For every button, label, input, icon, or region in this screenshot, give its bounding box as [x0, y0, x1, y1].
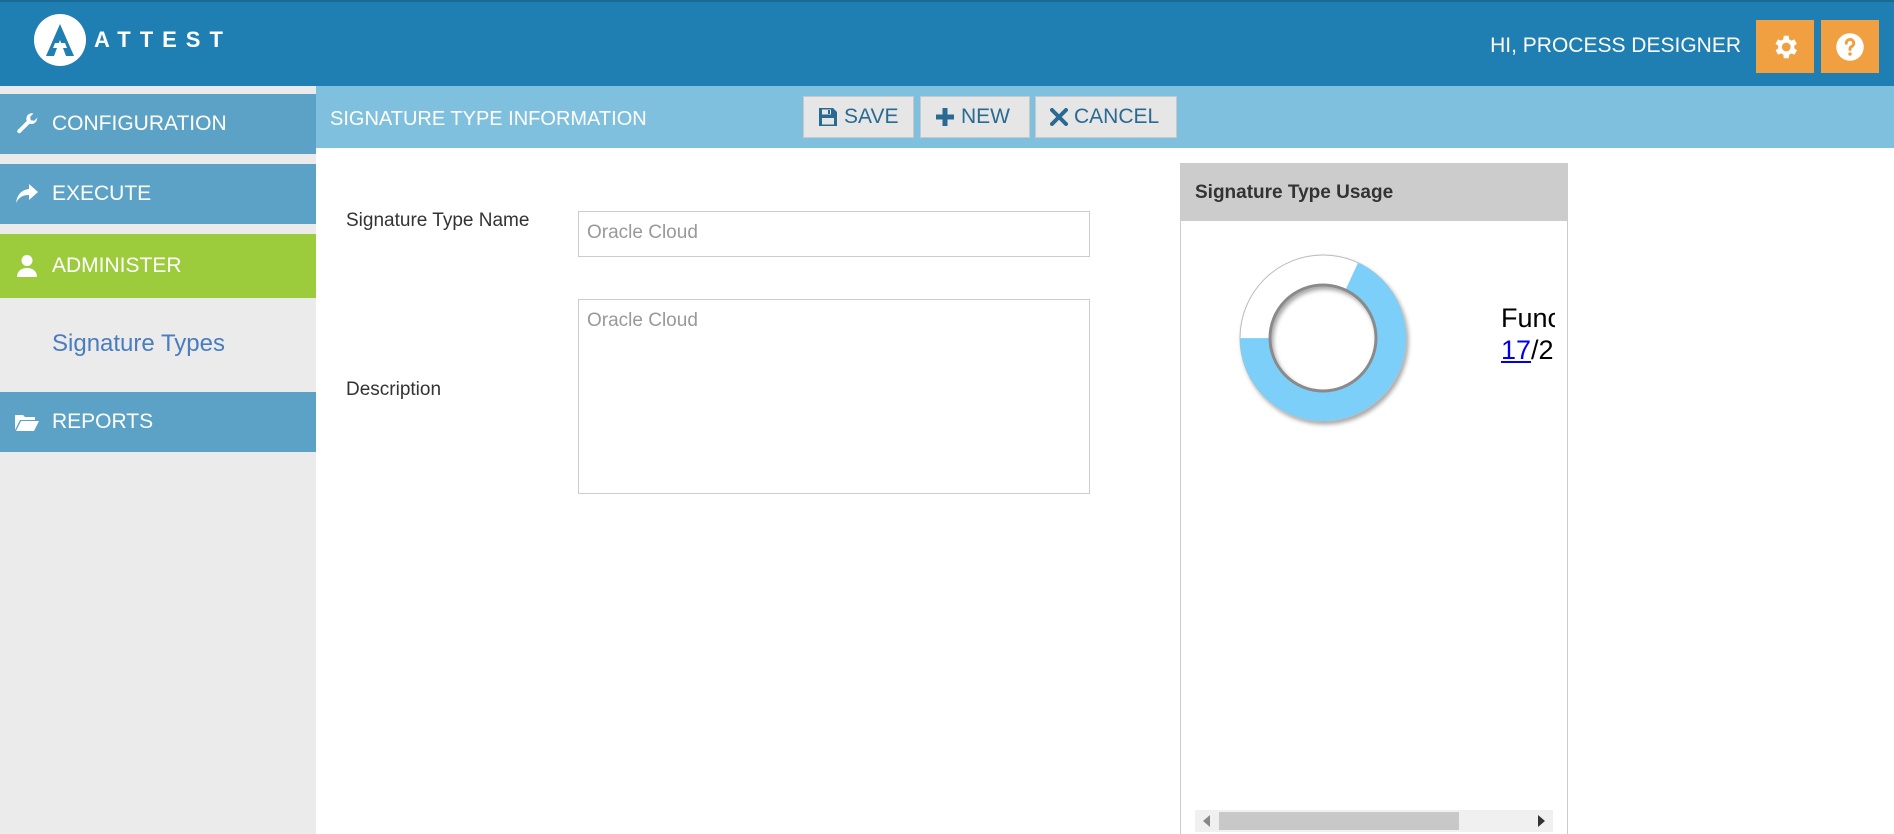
scroll-left-icon[interactable] — [1203, 815, 1210, 827]
cancel-button[interactable]: CANCEL — [1035, 96, 1177, 138]
usage-count-link[interactable]: 17 — [1501, 335, 1531, 365]
logo-mark-icon — [34, 14, 86, 66]
sidebar-item-configuration[interactable]: CONFIGURATION — [0, 90, 316, 154]
content-toolbar: SIGNATURE TYPE INFORMATION SAVE NEW CANC… — [316, 86, 1894, 148]
gear-icon — [1775, 35, 1797, 58]
save-button-label: SAVE — [844, 105, 899, 128]
signature-type-usage-panel: Signature Type Usage Func 17/2 — [1180, 163, 1568, 834]
plus-icon — [935, 107, 955, 127]
scroll-right-icon[interactable] — [1538, 815, 1545, 827]
sidebar-item-label: EXECUTE — [52, 182, 152, 205]
user-icon — [14, 254, 40, 278]
usage-total: /2 — [1531, 335, 1554, 365]
share-arrow-icon — [14, 183, 40, 205]
sidebar-item-label: CONFIGURATION — [52, 112, 227, 135]
sidebar-item-label: REPORTS — [52, 410, 154, 433]
usage-summary: Func 17/2 — [1501, 302, 1555, 366]
app-header: ATTEST HI, PROCESS DESIGNER — [0, 0, 1894, 86]
sidebar-item-reports[interactable]: REPORTS — [0, 388, 316, 452]
usage-donut-chart — [1239, 254, 1407, 422]
sidebar-item-label: ADMINISTER — [52, 254, 182, 277]
usage-label: Func — [1501, 303, 1555, 333]
wrench-icon — [14, 112, 40, 136]
app-logo[interactable]: ATTEST — [34, 14, 232, 66]
sidebar-item-administer[interactable]: ADMINISTER — [0, 234, 316, 298]
cancel-button-label: CANCEL — [1074, 105, 1160, 128]
folder-open-icon — [14, 412, 40, 432]
new-button-label: NEW — [961, 105, 1010, 128]
horizontal-scrollbar[interactable] — [1195, 810, 1553, 832]
sidebar-subitem-signature-types[interactable]: Signature Types — [52, 330, 225, 358]
logo-text: ATTEST — [94, 27, 232, 52]
settings-button[interactable] — [1756, 20, 1814, 73]
new-button[interactable]: NEW — [920, 96, 1030, 138]
save-button[interactable]: SAVE — [803, 96, 914, 138]
close-icon — [1050, 108, 1068, 126]
sidebar: CONFIGURATION EXECUTE ADMINISTER Signatu… — [0, 86, 316, 834]
page-title: SIGNATURE TYPE INFORMATION — [330, 108, 647, 130]
description-label: Description — [346, 379, 442, 400]
description-textarea[interactable]: Oracle Cloud — [578, 299, 1090, 494]
panel-title: Signature Type Usage — [1181, 164, 1567, 221]
user-greeting: HI, PROCESS DESIGNER — [1490, 34, 1741, 57]
signature-type-name-input[interactable]: Oracle Cloud — [578, 211, 1090, 257]
scrollbar-thumb[interactable] — [1219, 812, 1459, 830]
signature-type-name-label: Signature Type Name — [346, 210, 530, 231]
question-circle-icon — [1836, 32, 1864, 61]
sidebar-item-execute[interactable]: EXECUTE — [0, 160, 316, 224]
floppy-disk-icon — [818, 107, 838, 127]
help-button[interactable] — [1821, 20, 1879, 73]
donut-inner-outline — [1268, 283, 1378, 393]
